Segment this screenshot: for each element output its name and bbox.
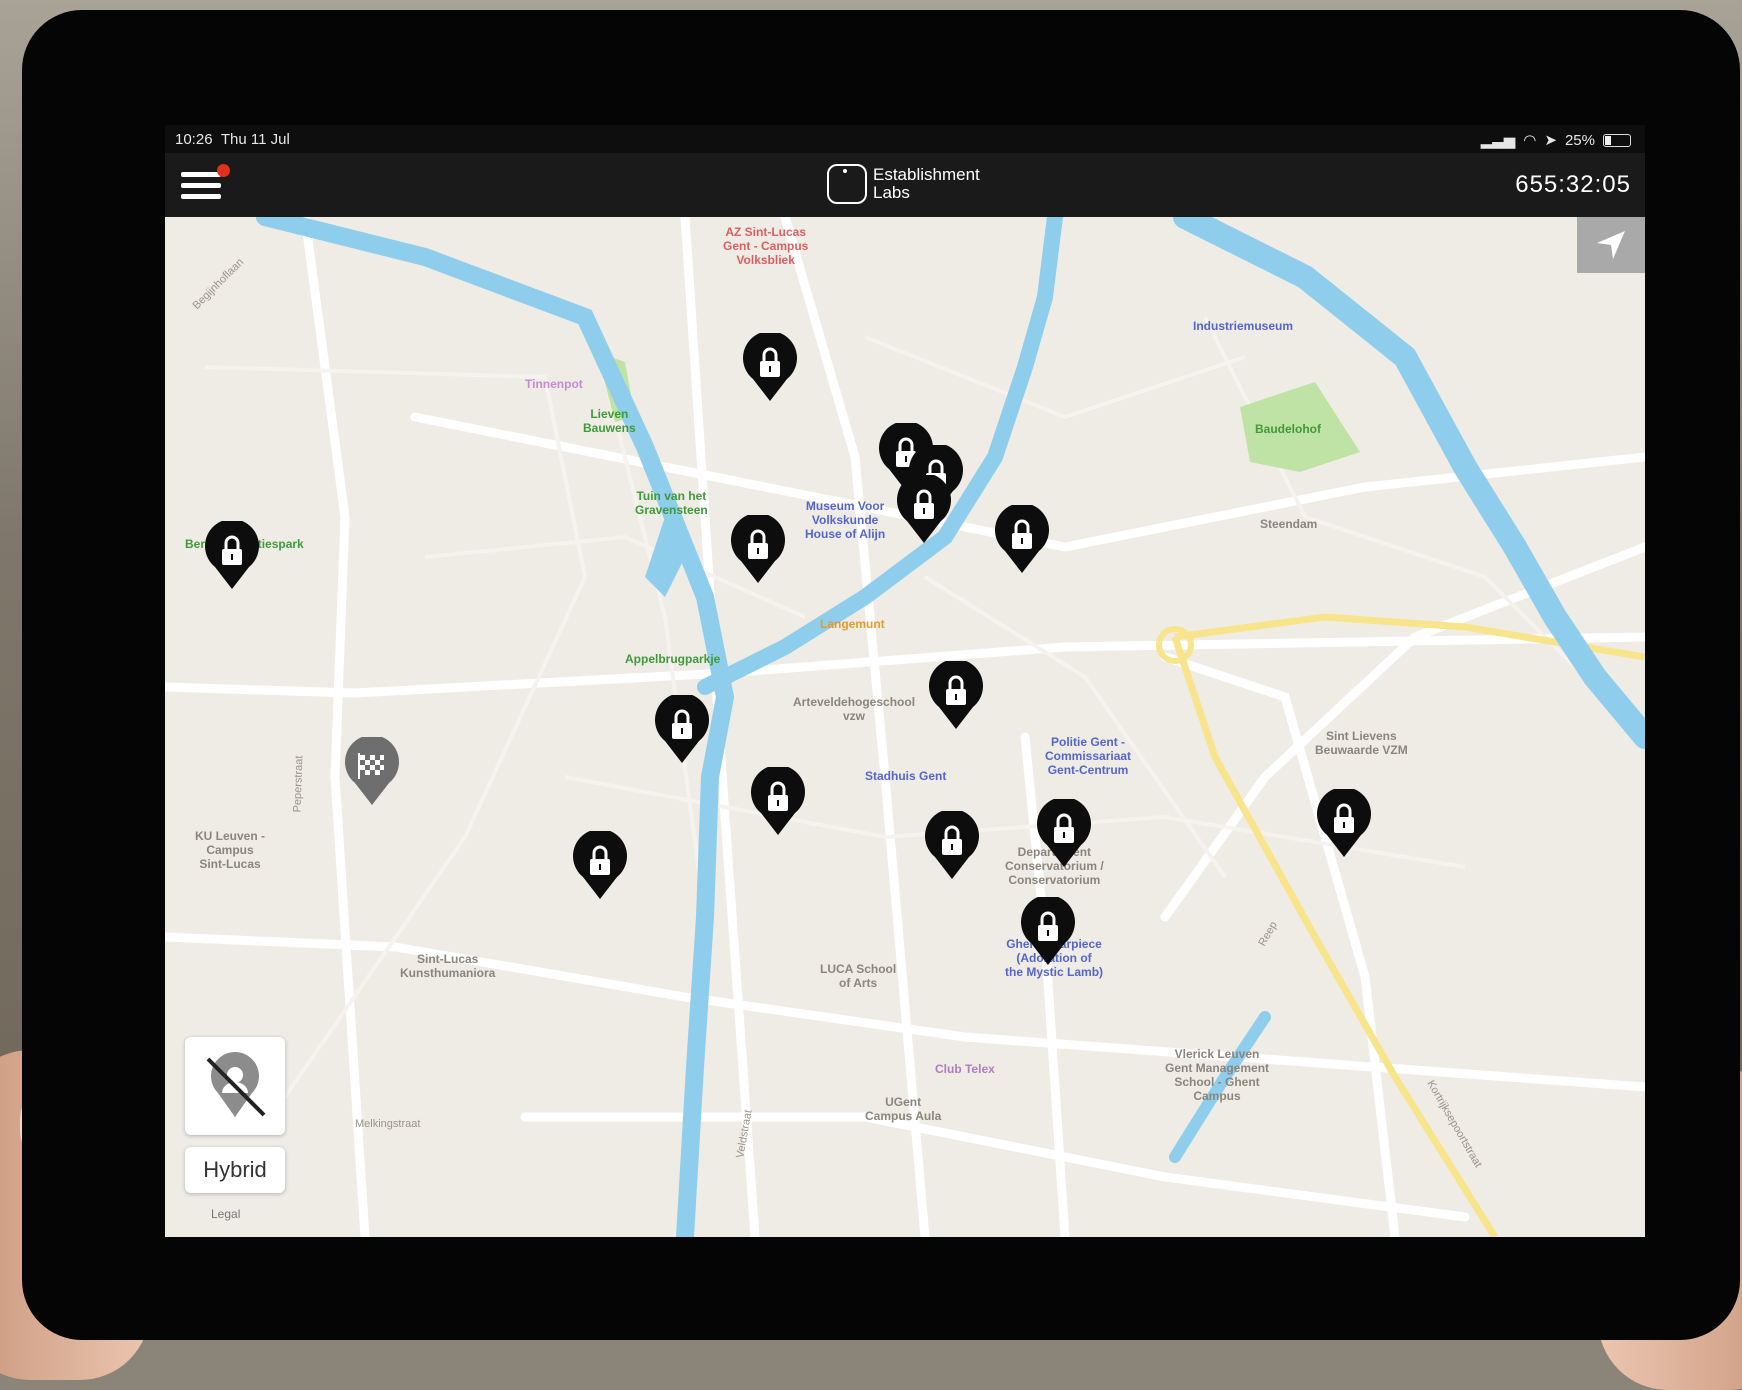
- poi-arteveldehogeschool: Arteveldehogeschool vzw: [793, 695, 916, 723]
- poi-lieven-bauwens: Lieven Bauwens: [583, 407, 636, 435]
- lock-icon: [1317, 787, 1371, 857]
- poi-ku-leuven: KU Leuven - Campus Sint-Lucas: [195, 829, 266, 871]
- street-steendam: Steendam: [1260, 517, 1318, 531]
- status-time-text: 10:26: [175, 131, 213, 148]
- lock-icon: [731, 513, 785, 583]
- lock-icon: [929, 659, 983, 729]
- lock-pin[interactable]: [749, 765, 807, 837]
- lock-icon: [1021, 895, 1075, 965]
- lock-pin[interactable]: [923, 809, 981, 881]
- poi-luca-school: LUCA School of Arts: [820, 962, 897, 990]
- lock-pin[interactable]: [895, 473, 953, 545]
- lock-pin[interactable]: [1019, 895, 1077, 967]
- wifi-icon: ◠: [1523, 132, 1537, 149]
- lock-pin[interactable]: [1035, 797, 1093, 869]
- poi-tuin-gravensteen: Tuin van het Gravensteen: [635, 489, 708, 517]
- map-type-button[interactable]: Hybrid: [185, 1147, 285, 1193]
- lock-pin[interactable]: [741, 331, 799, 403]
- user-location-off-icon: [206, 1052, 266, 1117]
- lock-icon: [573, 829, 627, 899]
- lock-pin[interactable]: [993, 503, 1051, 575]
- lock-icon: [743, 331, 797, 401]
- app-header: Establishment Labs 655:32:05: [165, 153, 1645, 217]
- lock-icon: [995, 503, 1049, 573]
- lock-pin[interactable]: [729, 513, 787, 585]
- user-location-toggle-button[interactable]: [185, 1037, 285, 1135]
- lock-icon: [1037, 797, 1091, 867]
- tablet-device: 10:26 Thu 11 Jul ▂▃▅ ◠ ➤ 25% Establishme…: [22, 10, 1740, 1340]
- street-peperstraat: Peperstraat: [291, 755, 306, 813]
- brand-logo: Establishment Labs: [827, 164, 980, 204]
- lock-icon: [925, 809, 979, 879]
- poi-baudelohof: Baudelohof: [1255, 422, 1321, 436]
- navigation-arrow-icon: [1597, 231, 1625, 259]
- legal-link[interactable]: Legal: [211, 1207, 240, 1221]
- poi-tinnenpot: Tinnenpot: [525, 377, 583, 391]
- signal-icon: ▂▃▅: [1480, 132, 1516, 149]
- status-bar: 10:26 Thu 11 Jul ▂▃▅ ◠ ➤ 25%: [165, 125, 1645, 153]
- status-date: Thu 11 Jul: [220, 131, 290, 148]
- location-status-icon: ➤: [1544, 132, 1557, 149]
- brand-name-line1: Establishment: [873, 165, 980, 184]
- poi-stadhuis-gent: Stadhuis Gent: [865, 769, 947, 783]
- lock-pin[interactable]: [927, 659, 985, 731]
- poi-sint-lucas-kunsthumaniora: Sint-Lucas Kunsthumaniora: [400, 952, 496, 980]
- brand-mark-icon: [827, 164, 867, 204]
- lock-icon: [751, 765, 805, 835]
- battery-percent: 25%: [1564, 131, 1595, 149]
- poi-sint-lievens: Sint Lievens Beuwaarde VZM: [1315, 729, 1408, 757]
- battery-icon: [1603, 133, 1631, 147]
- poi-museum-volkskunde: Museum Voor Volkskunde House of Alijn: [805, 499, 886, 541]
- map-view[interactable]: AZ Sint-Lucas Gent - Campus Volksbliek T…: [165, 217, 1645, 1237]
- app-screen: 10:26 Thu 11 Jul ▂▃▅ ◠ ➤ 25% Establishme…: [165, 125, 1645, 1237]
- poi-ugent-aula: UGent Campus Aula: [865, 1095, 942, 1123]
- lock-icon: [897, 473, 951, 543]
- lock-pin[interactable]: [653, 693, 711, 765]
- poi-politie-gent: Politie Gent - Commissariaat Gent-Centru…: [1045, 735, 1132, 777]
- finish-flag-pin[interactable]: [343, 735, 401, 807]
- checkered-flag-icon: [345, 735, 399, 805]
- notification-dot: [217, 164, 230, 177]
- poi-club-telex: Club Telex: [935, 1062, 995, 1076]
- lock-pin[interactable]: [203, 519, 261, 591]
- lock-pin[interactable]: [571, 829, 629, 901]
- locate-me-button[interactable]: [1577, 217, 1645, 273]
- lock-icon: [205, 519, 259, 589]
- menu-button[interactable]: [181, 164, 230, 204]
- status-indicators: ▂▃▅ ◠ ➤ 25%: [1481, 131, 1631, 149]
- lock-icon: [655, 693, 709, 763]
- brand-name-line2: Labs: [873, 183, 910, 202]
- countdown-timer: 655:32:05: [1515, 171, 1631, 198]
- street-melkingstraat: Melkingstraat: [355, 1118, 421, 1130]
- lock-pin[interactable]: [1315, 787, 1373, 859]
- poi-az-sint-lucas: AZ Sint-Lucas Gent - Campus Volksbliek: [723, 225, 809, 267]
- poi-langemunt: Langemunt: [820, 617, 885, 631]
- poi-vlerick: Vlerick Leuven Gent Management School - …: [1165, 1047, 1270, 1103]
- poi-industriemuseum: Industriemuseum: [1193, 319, 1294, 333]
- poi-appelbrugparkje: Appelbrugparkje: [625, 652, 721, 666]
- status-time: 10:26 Thu 11 Jul: [175, 131, 290, 148]
